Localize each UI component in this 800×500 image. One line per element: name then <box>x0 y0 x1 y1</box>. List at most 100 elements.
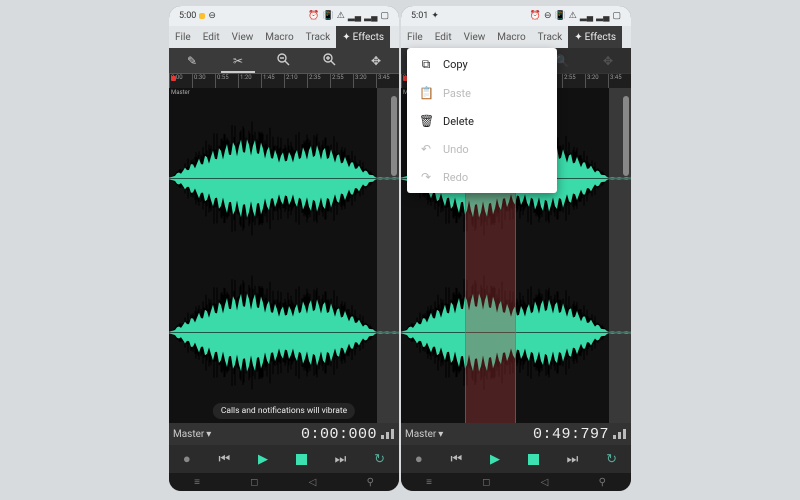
loop-button[interactable]: ↻ <box>606 452 617 467</box>
context-menu: ⧉Copy 📋Paste 🗑Delete ↶Undo ↷Redo <box>407 48 557 193</box>
loop-button[interactable]: ↻ <box>374 452 385 467</box>
master-dropdown[interactable]: Master ▾ <box>173 429 211 440</box>
alarm-icon: ⏰ <box>308 11 319 21</box>
menu-file[interactable]: File <box>169 26 197 48</box>
wifi-icon: ⚠ <box>569 11 577 21</box>
master-row: Master ▾ 0:00:000 <box>169 423 399 445</box>
record-indicator-icon <box>171 76 176 81</box>
stop-button[interactable] <box>528 454 539 465</box>
android-nav-bar: ≡ ◻ ◁ ⚲ <box>401 473 631 491</box>
ruler-tick: 2:10 <box>284 74 307 88</box>
status-bar: 5:01 ✦ ⏰ ⊖ 📳 ⚠ ▂▄ ▂▄ ▢ <box>401 6 631 26</box>
toast-message: Calls and notifications will vibrate <box>213 403 355 419</box>
context-menu-paste[interactable]: 📋Paste <box>407 79 557 107</box>
ruler-tick: 3:20 <box>353 74 376 88</box>
master-row: Master ▾ 0:49:797 <box>401 423 631 445</box>
copy-icon: ⧉ <box>419 57 433 72</box>
ruler-tick: 0:55 <box>215 74 238 88</box>
wand-icon: ✦ <box>342 32 350 43</box>
waveform-area[interactable]: Master Calls and notifications will vibr… <box>169 88 399 423</box>
wifi-icon: ⚠ <box>337 11 345 21</box>
ruler-tick: 1:20 <box>238 74 261 88</box>
wand-icon: ✦ <box>574 32 582 43</box>
levels-icon[interactable] <box>613 429 627 439</box>
skip-back-button[interactable]: ⏮ <box>219 452 231 467</box>
master-dropdown[interactable]: Master ▾ <box>405 429 443 440</box>
skip-back-button[interactable]: ⏮ <box>451 452 463 467</box>
redo-icon: ↷ <box>419 170 433 184</box>
vibrate-icon: 📳 <box>555 11 566 21</box>
signal-icon: ▂▄ <box>580 11 593 22</box>
nav-menu-button[interactable]: ≡ <box>194 477 200 488</box>
scrollbar-thumb[interactable] <box>391 96 397 176</box>
ruler-tick: 2:55 <box>562 74 585 88</box>
signal-icon: ▂▄ <box>596 11 609 22</box>
nav-home-button[interactable]: ◻ <box>482 477 490 488</box>
timeline-ruler[interactable]: 0:00 0:30 0:55 1:20 1:45 2:10 2:35 2:55 … <box>169 74 399 88</box>
dnd-icon: ⊖ <box>208 11 216 21</box>
alarm-icon: ⏰ <box>530 11 541 21</box>
screenshot-right: 5:01 ✦ ⏰ ⊖ 📳 ⚠ ▂▄ ▂▄ ▢ File Edit View Ma… <box>401 6 631 491</box>
ruler-tick: 1:45 <box>261 74 284 88</box>
nav-accessibility-button[interactable]: ⚲ <box>599 477 606 488</box>
ruler-tick: 0:30 <box>192 74 215 88</box>
signal-icon: ▂▄ <box>348 11 361 22</box>
levels-icon[interactable] <box>381 429 395 439</box>
zoom-out-icon[interactable] <box>263 52 304 69</box>
menu-view[interactable]: View <box>458 26 492 48</box>
status-time: 5:01 <box>411 11 428 21</box>
vibrate-icon: 📳 <box>323 11 334 21</box>
timecode: 0:00:000 <box>301 426 377 443</box>
menu-file[interactable]: File <box>401 26 429 48</box>
ruler-tick: 3:45 <box>376 74 399 88</box>
dnd-icon: ⊖ <box>544 11 552 21</box>
android-nav-bar: ≡ ◻ ◁ ⚲ <box>169 473 399 491</box>
nav-back-button[interactable]: ◁ <box>541 477 549 488</box>
skip-forward-button[interactable]: ⏭ <box>335 452 347 467</box>
move-tool-icon[interactable]: ✥ <box>355 54 396 68</box>
menu-edit[interactable]: Edit <box>429 26 458 48</box>
menu-bar: File Edit View Macro Track ✦Effects <box>169 26 399 48</box>
screenshot-left: 5:00 ⊖ ⏰ 📳 ⚠ ▂▄ ▂▄ ▢ File Edit View Macr… <box>169 6 399 491</box>
draw-tool-icon[interactable]: ✎ <box>171 54 212 68</box>
battery-icon: ▢ <box>380 11 389 21</box>
nav-home-button[interactable]: ◻ <box>250 477 258 488</box>
menu-bar: File Edit View Macro Track ✦Effects <box>401 26 631 48</box>
record-button[interactable]: ● <box>415 451 423 467</box>
context-menu-delete[interactable]: 🗑Delete <box>407 107 557 135</box>
context-menu-undo[interactable]: ↶Undo <box>407 135 557 163</box>
menu-macro[interactable]: Macro <box>259 26 299 48</box>
play-button[interactable]: ▶ <box>490 452 500 467</box>
menu-track[interactable]: Track <box>532 26 569 48</box>
transport-bar: ● ⏮ ▶ ⏭ ↻ <box>401 445 631 473</box>
nav-menu-button[interactable]: ≡ <box>426 477 432 488</box>
tool-row: ✎ ✂ ✥ <box>169 48 399 74</box>
skip-forward-button[interactable]: ⏭ <box>567 452 579 467</box>
paste-icon: 📋 <box>419 86 433 100</box>
camera-indicator-icon <box>199 13 205 19</box>
ruler-tick: 3:45 <box>608 74 631 88</box>
nav-accessibility-button[interactable]: ⚲ <box>367 477 374 488</box>
menu-effects[interactable]: ✦Effects <box>336 26 390 48</box>
context-menu-redo[interactable]: ↷Redo <box>407 163 557 191</box>
status-time: 5:00 <box>179 11 196 21</box>
move-tool-icon[interactable]: ✥ <box>587 54 628 68</box>
record-button[interactable]: ● <box>183 451 191 467</box>
menu-macro[interactable]: Macro <box>491 26 531 48</box>
track-label: Master <box>171 89 190 96</box>
crop-tool-icon[interactable]: ✂ <box>217 54 258 68</box>
waveform-svg <box>169 88 399 423</box>
play-button[interactable]: ▶ <box>258 452 268 467</box>
menu-effects[interactable]: ✦Effects <box>568 26 622 48</box>
stop-button[interactable] <box>296 454 307 465</box>
nav-back-button[interactable]: ◁ <box>309 477 317 488</box>
context-menu-copy[interactable]: ⧉Copy <box>407 50 557 79</box>
scrollbar-thumb[interactable] <box>623 96 629 176</box>
menu-view[interactable]: View <box>226 26 260 48</box>
zoom-in-icon[interactable] <box>309 52 350 69</box>
delete-icon: 🗑 <box>419 114 433 128</box>
menu-track[interactable]: Track <box>300 26 337 48</box>
menu-edit[interactable]: Edit <box>197 26 226 48</box>
status-bar: 5:00 ⊖ ⏰ 📳 ⚠ ▂▄ ▂▄ ▢ <box>169 6 399 26</box>
timecode: 0:49:797 <box>533 426 609 443</box>
